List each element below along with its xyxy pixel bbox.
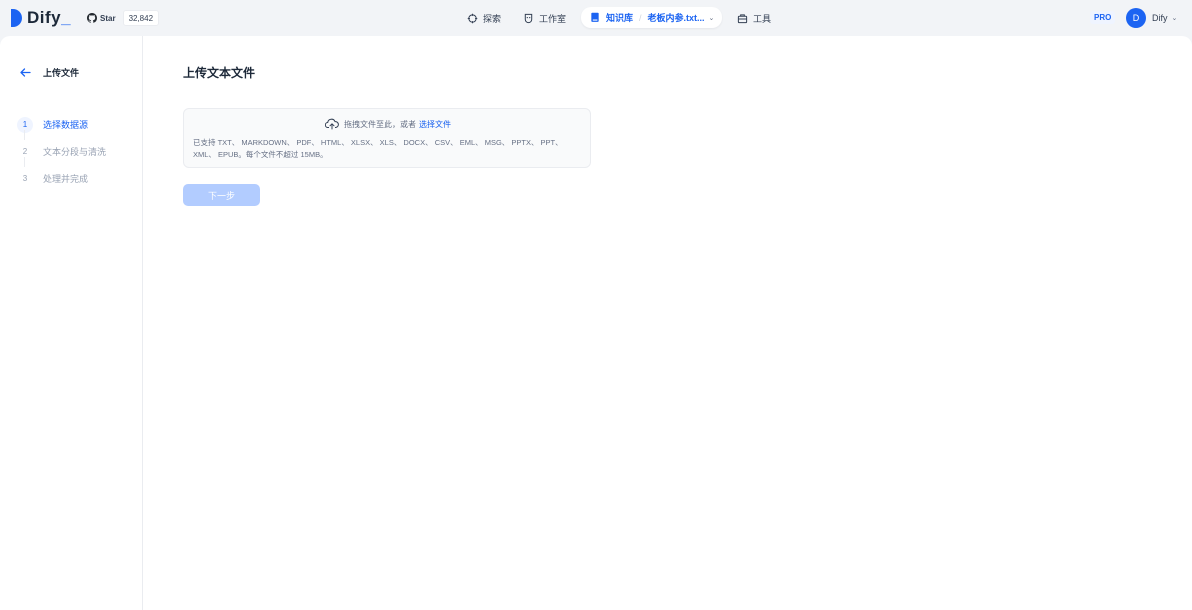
github-star-count[interactable]: 32,842 xyxy=(122,10,160,26)
step-number: 2 xyxy=(22,147,28,156)
nav-explore[interactable]: 探索 xyxy=(467,8,501,28)
tools-icon xyxy=(737,13,748,23)
logo-mark-icon xyxy=(11,9,22,27)
file-dropzone[interactable]: 拖拽文件至此，或者 选择文件 已支持 TXT、 MARKDOWN、 PDF、 H… xyxy=(183,108,591,168)
page-title: 上传文本文件 xyxy=(183,66,256,80)
steps-sidebar: 上传文件 1 选择数据源 2 文本分段与清洗 3 处理并完成 xyxy=(0,36,143,610)
next-step-button[interactable]: 下一步 xyxy=(183,184,260,206)
step-number: 3 xyxy=(22,174,28,183)
github-star-widget[interactable]: Star 32,842 xyxy=(85,9,160,27)
supported-formats-text: 已支持 TXT、 MARKDOWN、 PDF、 HTML、 XLSX、 XLS、… xyxy=(193,138,563,159)
breadcrumb-separator: / xyxy=(639,12,642,23)
nav-tools-label: 工具 xyxy=(753,13,772,24)
github-star-label: Star xyxy=(100,13,116,23)
top-bar: Dify_ Star 32,842 探索 工作室 知识库 / 老板内参.txt.… xyxy=(0,0,1192,36)
back-button[interactable] xyxy=(15,63,35,81)
dify-logo[interactable]: Dify_ xyxy=(11,8,71,28)
book-icon xyxy=(591,12,599,22)
logo-text: Dify xyxy=(27,8,62,27)
step-segment-clean: 2 文本分段与清洗 xyxy=(17,138,107,167)
nav-tools[interactable]: 工具 xyxy=(737,8,771,28)
chevron-down-icon[interactable]: ⌄ xyxy=(709,14,715,22)
upload-prompt-text: 拖拽文件至此，或者 xyxy=(344,119,416,129)
step-process-finish: 3 处理并完成 xyxy=(17,165,106,192)
avatar: D xyxy=(1126,7,1146,28)
step-list: 1 选择数据源 2 文本分段与清洗 3 处理并完成 xyxy=(17,111,106,192)
step-select-datasource: 1 选择数据源 xyxy=(17,111,106,140)
arrow-left-icon xyxy=(19,67,31,77)
github-icon xyxy=(87,13,97,23)
step-label: 文本分段与清洗 xyxy=(43,147,107,157)
account-name: Dify xyxy=(1152,12,1168,23)
step-number: 1 xyxy=(17,116,33,133)
github-star-button[interactable]: Star xyxy=(85,9,118,27)
nav-knowledge-label: 知识库 xyxy=(606,13,634,23)
chevron-down-icon: ⌄ xyxy=(1171,14,1178,22)
account-menu[interactable]: D Dify ⌄ xyxy=(1126,7,1177,28)
studio-icon xyxy=(524,13,533,23)
select-file-link[interactable]: 选择文件 xyxy=(419,119,451,130)
nav-studio[interactable]: 工作室 xyxy=(523,8,566,28)
nav-explore-label: 探索 xyxy=(483,13,502,24)
sidebar-title: 上传文件 xyxy=(43,68,80,78)
explore-icon xyxy=(467,13,478,23)
nav-studio-label: 工作室 xyxy=(539,13,567,24)
cloud-upload-icon xyxy=(325,118,339,130)
main-panel: 上传文件 1 选择数据源 2 文本分段与清洗 3 处理并完成 上传文本文件 拖拽 xyxy=(0,36,1192,610)
nav-knowledge[interactable]: 知识库 / 老板内参.txt... ⌄ xyxy=(581,7,722,28)
upload-prompt: 拖拽文件至此，或者 选择文件 xyxy=(184,118,592,130)
plan-badge[interactable]: PRO xyxy=(1090,11,1116,24)
current-dataset-name[interactable]: 老板内参.txt... xyxy=(648,11,705,24)
step-label: 处理并完成 xyxy=(43,174,89,184)
step-label: 选择数据源 xyxy=(43,120,89,130)
